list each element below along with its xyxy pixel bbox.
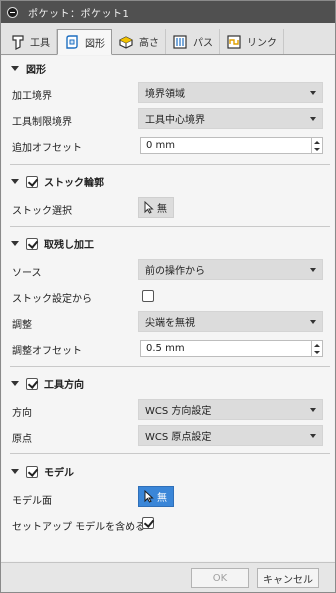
additional-offset-label: 追加オフセット [12,143,82,154]
cursor-arrow-icon [144,490,154,503]
tool-containment-value: 工具中心境界 [145,115,205,126]
tab-linking-label: リンク [247,38,277,49]
section-model-title: モデル [44,468,74,479]
stock-contours-checkbox[interactable] [26,175,38,188]
cancel-button[interactable]: キャンセル [257,568,319,588]
adjustment-offset-label: 調整オフセット [12,346,82,357]
section-divider [10,366,330,367]
section-tool-orientation-title: 工具方向 [44,380,84,391]
spin-down-icon[interactable] [314,351,320,354]
panel-content: 図形 加工境界 境界領域 工具制限境界 工具中心境界 追加オフセット 0 mm … [2,56,334,561]
heights-icon [119,35,133,49]
from-stock-setup-checkbox[interactable] [142,290,154,302]
dialog-footer: OK キャンセル [1,562,335,592]
section-geometry-title: 図形 [26,65,46,76]
ok-button[interactable]: OK [191,568,249,588]
orientation-dropdown[interactable]: WCS 方向設定 [138,399,323,420]
source-label: ソース [12,268,42,279]
section-tool-orientation-header[interactable]: 工具方向 [11,376,84,391]
collapse-triangle-icon [11,241,19,246]
geometry-icon [66,35,78,49]
adjustment-dropdown[interactable]: 尖端を無視 [138,311,323,332]
spin-up-icon[interactable] [314,141,320,144]
model-surfaces-label: モデル面 [12,496,52,507]
additional-offset-input[interactable]: 0 mm [140,137,312,154]
machining-boundary-dropdown[interactable]: 境界領域 [138,82,323,103]
chevron-down-icon [310,117,316,121]
tool-orientation-checkbox[interactable] [26,377,38,390]
section-rest-machining-title: 取残し加工 [44,240,94,251]
adjustment-value: 尖端を無視 [145,318,195,329]
rest-machining-checkbox[interactable] [26,237,38,250]
chevron-down-icon [310,268,316,272]
include-setup-model-label: セットアップ モデルを含める [12,522,146,533]
section-geometry-header[interactable]: 図形 [11,61,46,76]
collapse-triangle-icon [11,381,19,386]
collapse-triangle-icon [11,179,19,184]
tab-tool-label: 工具 [30,38,50,49]
tab-linking[interactable]: リンク [220,29,284,54]
tab-geometry-label: 図形 [85,38,105,50]
chevron-down-icon [310,320,316,324]
model-surfaces-button[interactable]: 無 [138,486,174,507]
section-stock-contours-title: ストック輪郭 [44,178,104,189]
tab-passes[interactable]: パス [166,29,220,54]
tool-containment-label: 工具制限境界 [12,117,72,128]
section-divider [10,453,330,454]
tab-geometry[interactable]: 図形 [57,29,112,55]
adjustment-label: 調整 [12,320,32,331]
include-setup-model-checkbox[interactable] [142,517,154,529]
machining-boundary-label: 加工境界 [12,91,52,102]
orientation-value: WCS 方向設定 [145,406,212,417]
source-dropdown[interactable]: 前の操作から [138,259,323,280]
model-checkbox[interactable] [26,465,38,478]
chevron-down-icon [310,434,316,438]
tool-icon [12,34,24,50]
adjustment-offset-input[interactable]: 0.5 mm [140,340,312,357]
section-stock-contours-header[interactable]: ストック輪郭 [11,174,104,189]
from-stock-setup-label: ストック設定から [12,294,92,305]
tab-heights[interactable]: 高さ [112,29,166,54]
additional-offset-spinner[interactable] [312,137,323,154]
linking-icon [227,34,241,49]
stock-selection-label: ストック選択 [12,206,72,217]
spin-down-icon[interactable] [314,148,320,151]
pocket-dialog: ポケット：ポケット1 工具 図形 高さ パス リンク 図形 加工境界 境界領域 … [0,0,336,593]
collapse-triangle-icon [11,469,19,474]
collapse-triangle-icon [11,66,19,71]
tab-bar: 工具 図形 高さ パス リンク [1,23,335,55]
titlebar: ポケット：ポケット1 [1,1,335,23]
model-surfaces-value: 無 [157,493,167,504]
machining-boundary-value: 境界領域 [145,89,185,100]
section-divider [10,164,330,165]
tab-passes-label: パス [193,38,213,49]
chevron-down-icon [310,91,316,95]
tab-tool[interactable]: 工具 [5,29,57,54]
adjustment-offset-spinner[interactable] [312,340,323,357]
section-model-header[interactable]: モデル [11,464,74,479]
source-value: 前の操作から [145,266,205,277]
section-rest-machining-header[interactable]: 取残し加工 [11,236,94,251]
origin-label: 原点 [12,434,32,445]
origin-dropdown[interactable]: WCS 原点設定 [138,425,323,446]
stock-selection-value: 無 [157,204,167,215]
spin-up-icon[interactable] [314,344,320,347]
cursor-arrow-icon [144,201,154,214]
orientation-label: 方向 [12,408,32,419]
section-divider [10,226,330,227]
dialog-title: ポケット：ポケット1 [28,8,130,20]
origin-value: WCS 原点設定 [145,432,212,443]
stock-selection-button[interactable]: 無 [138,197,174,218]
collapse-icon[interactable] [7,6,18,18]
chevron-down-icon [310,408,316,412]
tab-heights-label: 高さ [139,38,159,49]
tool-containment-dropdown[interactable]: 工具中心境界 [138,108,323,129]
passes-icon [173,34,187,49]
